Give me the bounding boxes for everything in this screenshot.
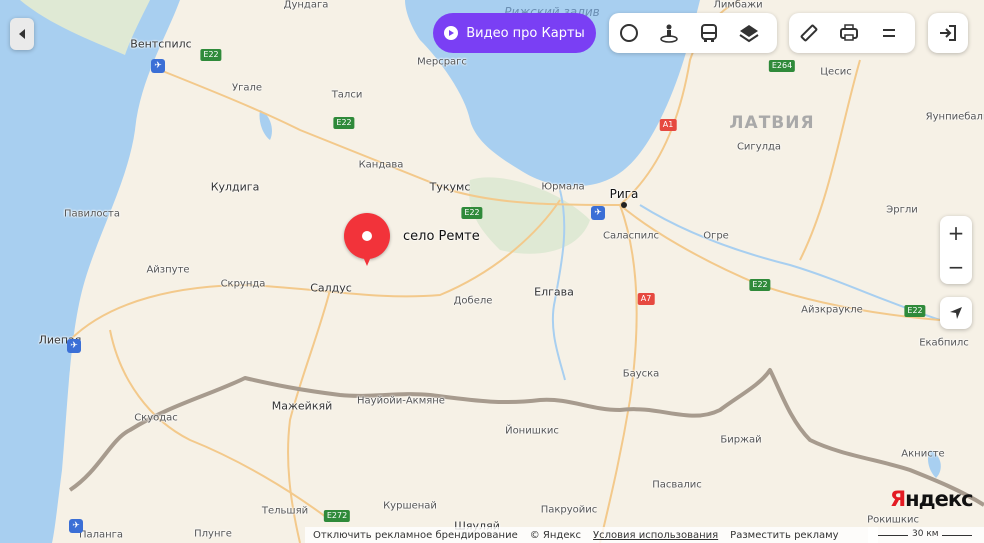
city-label[interactable]: Мажейкяй — [272, 400, 332, 413]
zoom-control: + − — [940, 216, 972, 284]
city-label[interactable]: Скуодас — [134, 413, 178, 424]
riga-dot — [621, 202, 627, 208]
yandex-logo[interactable]: Яндекс — [890, 487, 974, 511]
city-label[interactable]: Рокишкис — [867, 515, 919, 526]
geolocation-button[interactable] — [940, 297, 972, 329]
traffic-button[interactable] — [609, 13, 649, 53]
location-pin-label[interactable]: село Ремте — [403, 229, 480, 244]
city-label[interactable]: Саласпилс — [603, 231, 659, 242]
print-button[interactable] — [829, 13, 869, 53]
city-label[interactable]: Мерсрагс — [417, 57, 467, 68]
road-shield: A7 — [637, 293, 655, 305]
airport-icon[interactable]: ✈ — [591, 206, 605, 220]
road-shield: E22 — [333, 117, 355, 129]
street-view-icon — [660, 24, 678, 43]
scale-bar: 30 км — [868, 527, 984, 543]
play-icon — [444, 26, 459, 40]
city-label[interactable]: Кандава — [359, 160, 404, 171]
login-button[interactable] — [928, 13, 968, 53]
disable-ads-link[interactable]: Отключить рекламное брендирование — [313, 530, 518, 541]
road-shield: E22 — [749, 279, 771, 291]
city-label[interactable]: Науйойи-Акмяне — [357, 396, 445, 407]
city-label[interactable]: Биржай — [720, 435, 761, 446]
city-label[interactable]: Угале — [232, 83, 262, 94]
city-label[interactable]: Айзпуте — [146, 265, 189, 276]
zoom-out-button[interactable]: − — [940, 250, 972, 284]
city-label[interactable]: Скрунда — [221, 279, 266, 290]
ruler-button[interactable] — [789, 13, 829, 53]
city-label[interactable]: Бауска — [623, 369, 660, 380]
city-label[interactable]: Тельшяй — [262, 506, 308, 517]
map-footer: Отключить рекламное брендирование © Янде… — [305, 527, 878, 543]
airport-icon[interactable]: ✈ — [67, 339, 81, 353]
city-label[interactable]: Екабпилс — [919, 338, 969, 349]
video-button-label: Видео про Карты — [466, 25, 585, 41]
ruler-icon — [800, 24, 818, 42]
location-arrow-icon — [950, 307, 962, 319]
city-label[interactable]: Добеле — [454, 296, 493, 307]
road-shield: E22 — [461, 207, 483, 219]
location-pin-tail — [361, 252, 373, 266]
city-label[interactable]: Лимбажи — [713, 0, 762, 11]
city-label[interactable]: Пасвалис — [652, 480, 702, 491]
city-label[interactable]: Юрмала — [541, 182, 584, 193]
copyright-text: © Яндекс — [529, 529, 582, 541]
city-label[interactable]: Паланга — [79, 530, 123, 541]
tools-group — [789, 13, 915, 53]
city-label[interactable]: Рига — [610, 187, 639, 201]
sign-in-icon — [940, 25, 956, 41]
city-label[interactable]: Куршенай — [383, 501, 437, 512]
country-label: ЛАТВИЯ — [729, 113, 815, 133]
road-shield: E264 — [768, 60, 796, 72]
menu-button[interactable] — [869, 13, 909, 53]
printer-icon — [840, 24, 858, 41]
city-label[interactable]: Эргли — [886, 205, 917, 216]
bus-icon — [701, 24, 717, 42]
video-button[interactable]: Видео про Карты — [433, 13, 596, 53]
airport-icon[interactable]: ✈ — [69, 519, 83, 533]
city-label[interactable]: Плунге — [194, 529, 232, 540]
transit-button[interactable] — [689, 13, 729, 53]
city-label[interactable]: Тукумс — [430, 181, 471, 194]
city-label[interactable]: Елгава — [534, 286, 574, 299]
city-label[interactable]: Цесис — [820, 67, 851, 78]
city-label[interactable]: Йонишкис — [505, 426, 559, 437]
menu-icon — [883, 29, 895, 37]
map-controls-group — [609, 13, 777, 53]
zoom-in-button[interactable]: + — [940, 216, 972, 250]
city-label[interactable]: Дундага — [284, 0, 329, 11]
city-label[interactable]: Павилоста — [64, 209, 120, 220]
layers-icon — [739, 25, 759, 43]
city-label[interactable]: Салдус — [310, 282, 352, 295]
terms-link[interactable]: Условия использования — [593, 530, 718, 541]
road-shield: E272 — [323, 510, 351, 522]
city-label[interactable]: Талси — [332, 90, 363, 101]
city-label[interactable]: Огре — [703, 231, 729, 242]
ads-link[interactable]: Разместить рекламу — [730, 530, 838, 541]
city-label[interactable]: Кулдига — [211, 181, 260, 194]
airport-icon[interactable]: ✈ — [151, 59, 165, 73]
city-label[interactable]: Айзкраукле — [801, 305, 863, 316]
city-label[interactable]: Сигулда — [737, 142, 781, 153]
chevron-left-icon — [19, 29, 25, 39]
scale-label: 30 км — [912, 529, 939, 539]
city-label[interactable]: Пакруойис — [541, 505, 598, 516]
traffic-circle-icon — [620, 24, 638, 42]
road-shield: E22 — [200, 49, 222, 61]
layers-button[interactable] — [729, 13, 769, 53]
city-label[interactable]: Акнисте — [901, 449, 944, 460]
collapse-panel-button[interactable] — [10, 18, 34, 50]
city-label[interactable]: Вентспилс — [130, 38, 191, 51]
city-label[interactable]: Яунпиебалга — [926, 112, 984, 123]
road-shield: A1 — [659, 119, 677, 131]
road-shield: E22 — [904, 305, 926, 317]
panorama-button[interactable] — [649, 13, 689, 53]
